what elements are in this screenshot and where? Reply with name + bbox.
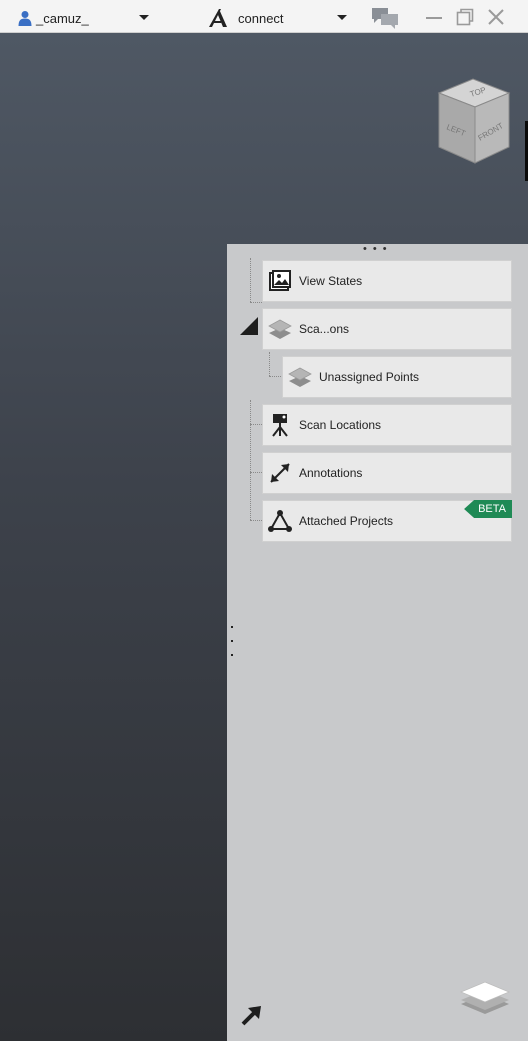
expand-arrow-icon[interactable] [239, 1004, 263, 1028]
title-bar: _camuz_ connect [0, 0, 528, 33]
tree-item-attached-projects[interactable]: Attached Projects BETA [262, 500, 512, 542]
close-icon[interactable] [486, 7, 506, 27]
image-icon [267, 268, 293, 294]
tree-connector [269, 352, 270, 376]
layers-icon [287, 364, 313, 390]
scanner-tripod-icon [267, 412, 293, 438]
tree-connector [250, 302, 262, 303]
user-account-menu[interactable]: _camuz_ [18, 9, 89, 27]
tree-item-label: Scan Locations [299, 418, 382, 432]
network-triangle-icon [267, 508, 293, 534]
tree-item-scan-locations[interactable]: Scan Locations [262, 404, 512, 446]
tree-item-scans[interactable]: Sca...ons [262, 308, 512, 350]
user-menu-caret-icon[interactable] [139, 15, 149, 20]
collapse-toggle-icon[interactable] [240, 317, 258, 335]
viewcube[interactable]: TOP LEFT FRONT [433, 77, 515, 167]
tree-item-label: Sca...ons [299, 322, 350, 336]
connect-label: connect [238, 10, 284, 26]
tree-connector [250, 472, 262, 473]
layers-toggle-icon[interactable] [460, 980, 510, 1016]
tree-item-label: Unassigned Points [319, 370, 420, 384]
tree-connector [250, 400, 251, 520]
tree-connector [250, 424, 262, 425]
tree-item-label: Attached Projects [299, 514, 394, 528]
project-tree-panel: ••• View States Sca...ons Unassigned Poi… [227, 244, 528, 1041]
tree-item-annotations[interactable]: Annotations [262, 452, 512, 494]
connect-menu-caret-icon[interactable] [337, 15, 347, 20]
restore-window-icon[interactable] [455, 7, 475, 27]
beta-badge: BETA [464, 500, 512, 518]
tree-item-label: Annotations [299, 466, 363, 480]
arrow-diagonal-icon [267, 460, 293, 486]
autodesk-logo-icon [209, 9, 227, 27]
tree-connector [250, 520, 262, 521]
username-label: _camuz_ [36, 10, 89, 26]
tree-connector [250, 258, 251, 302]
chat-icon[interactable] [371, 7, 399, 29]
tree-item-unassigned-points[interactable]: Unassigned Points [282, 356, 512, 398]
panel-resize-grip-top[interactable]: ••• [363, 244, 393, 255]
minimize-icon[interactable] [424, 7, 444, 27]
layers-icon [267, 316, 293, 342]
connect-menu[interactable]: connect [208, 8, 284, 28]
tree-connector [269, 376, 281, 377]
panel-resize-grip-left[interactable] [231, 626, 234, 656]
tree-item-label: View States [299, 274, 363, 288]
user-icon [18, 11, 32, 26]
tree-item-view-states[interactable]: View States [262, 260, 512, 302]
